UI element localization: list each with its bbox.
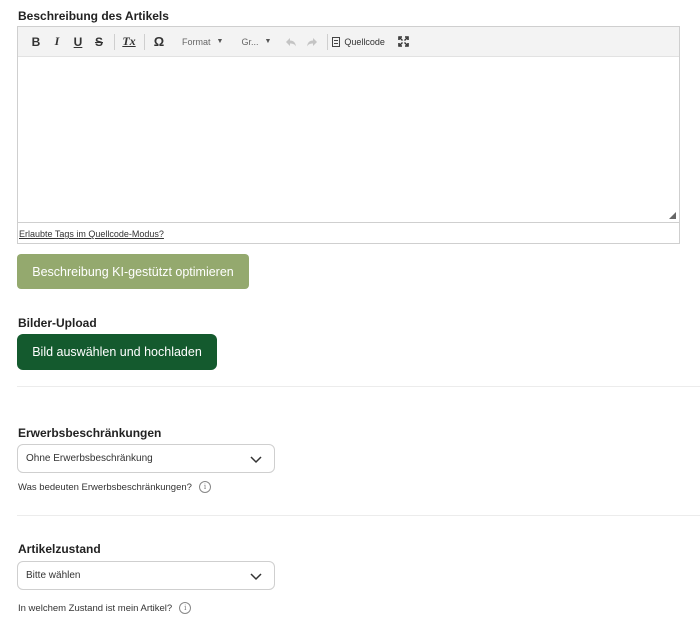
description-label: Beschreibung des Artikels xyxy=(18,9,169,23)
italic-button[interactable]: I xyxy=(47,31,67,53)
ki-optimize-button[interactable]: Beschreibung KI-gestützt optimieren xyxy=(17,254,249,289)
caret-down-icon: ▼ xyxy=(264,38,272,45)
toolbar-separator xyxy=(327,33,329,50)
restrictions-label: Erwerbsbeschränkungen xyxy=(18,426,162,440)
resize-handle[interactable] xyxy=(669,212,676,219)
section-divider xyxy=(17,515,700,516)
size-dropdown[interactable]: Gr... ▼ xyxy=(241,31,271,53)
allowed-tags-link[interactable]: Erlaubte Tags im Quellcode-Modus? xyxy=(19,229,164,239)
source-code-button[interactable]: Quellcode xyxy=(332,31,385,53)
maximize-icon[interactable] xyxy=(394,31,414,53)
toolbar-separator xyxy=(144,33,145,50)
source-code-icon xyxy=(332,36,341,47)
caret-down-icon: ▼ xyxy=(216,38,224,45)
toolbar-separator xyxy=(114,33,115,50)
condition-label: Artikelzustand xyxy=(18,542,101,556)
chevron-down-icon xyxy=(250,573,262,581)
clear-format-button[interactable]: Tx xyxy=(119,31,139,53)
source-code-label: Quellcode xyxy=(344,36,385,47)
redo-icon[interactable] xyxy=(302,31,322,53)
rich-text-editor: B I U S Tx Ω Format ▼ Gr... ▼ Quellcode xyxy=(17,26,680,244)
restrictions-help[interactable]: Was bedeuten Erwerbsbeschränkungen? i xyxy=(18,481,211,493)
editor-toolbar: B I U S Tx Ω Format ▼ Gr... ▼ Quellcode xyxy=(18,27,679,57)
editor-footer: Erlaubte Tags im Quellcode-Modus? xyxy=(18,222,679,243)
editor-content-area[interactable] xyxy=(18,58,679,223)
upload-image-button[interactable]: Bild auswählen und hochladen xyxy=(17,334,217,370)
strikethrough-button[interactable]: S xyxy=(89,31,109,53)
undo-icon[interactable] xyxy=(281,31,301,53)
condition-select-value: Bitte wählen xyxy=(26,570,81,581)
section-divider xyxy=(17,386,700,387)
restrictions-select[interactable]: Ohne Erwerbsbeschränkung xyxy=(17,444,275,473)
condition-help[interactable]: In welchem Zustand ist mein Artikel? i xyxy=(18,602,192,614)
special-char-button[interactable]: Ω xyxy=(149,31,169,53)
condition-select[interactable]: Bitte wählen xyxy=(17,561,275,590)
underline-button[interactable]: U xyxy=(68,31,88,53)
chevron-down-icon xyxy=(250,456,262,464)
restrictions-select-value: Ohne Erwerbsbeschränkung xyxy=(26,453,153,464)
format-dropdown-label: Format xyxy=(182,36,211,47)
images-label: Bilder-Upload xyxy=(18,316,97,330)
format-dropdown[interactable]: Format ▼ xyxy=(182,31,223,53)
bold-button[interactable]: B xyxy=(26,31,46,53)
size-dropdown-label: Gr... xyxy=(241,36,259,47)
condition-help-text: In welchem Zustand ist mein Artikel? xyxy=(18,602,173,614)
restrictions-help-text: Was bedeuten Erwerbsbeschränkungen? xyxy=(18,481,192,493)
info-icon[interactable]: i xyxy=(198,481,211,493)
info-icon[interactable]: i xyxy=(179,602,192,614)
